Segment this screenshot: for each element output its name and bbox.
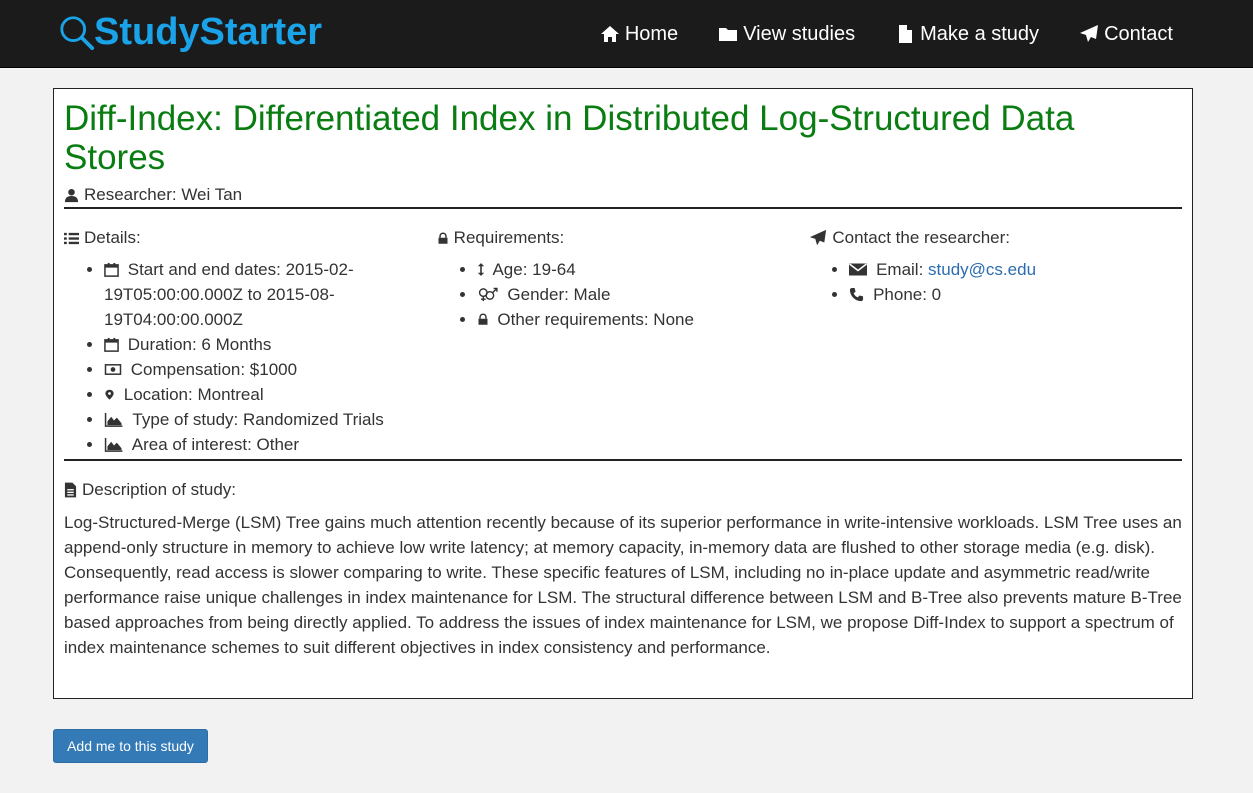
nav-home-label: Home	[624, 22, 679, 45]
details-heading: Details:	[64, 227, 437, 249]
main-nav: Home View studies Make a study Contact	[560, 0, 1173, 68]
paper-plane-icon	[1080, 25, 1099, 42]
file-text-icon	[64, 482, 77, 498]
dates-text: Start and end dates: 2015-02-19T05:00:00…	[104, 260, 354, 329]
list-item: Type of study: Randomized Trials	[104, 407, 437, 432]
calendar-icon	[104, 262, 119, 277]
nav-home[interactable]: Home	[600, 23, 678, 46]
email-label: Email:	[876, 260, 929, 279]
phone-icon	[850, 287, 864, 302]
description-heading-label: Description of study:	[82, 480, 237, 499]
list-item: Compensation: $1000	[104, 357, 437, 382]
list-item: Age: 19-64	[477, 257, 810, 282]
description-text: Log-Structured-Merge (LSM) Tree gains mu…	[64, 513, 1182, 657]
contact-list: Email: study@cs.edu Phone: 0	[809, 257, 1182, 307]
money-icon	[104, 364, 122, 375]
list-item: Start and end dates: 2015-02-19T05:00:00…	[104, 257, 437, 332]
study-card: Diff-Index: Differentiated Index in Dist…	[53, 88, 1193, 699]
file-icon	[899, 25, 913, 43]
compensation-text: Compensation: $1000	[130, 360, 298, 379]
add-me-to-study-button[interactable]: Add me to this study	[53, 729, 208, 763]
contact-heading: Contact the researcher:	[809, 227, 1182, 249]
list-icon	[64, 232, 79, 244]
study-type-text: Type of study: Randomized Trials	[132, 410, 384, 429]
home-icon	[600, 26, 619, 42]
map-marker-icon	[105, 389, 114, 400]
user-icon	[64, 188, 79, 202]
list-item: Phone: 0	[849, 282, 1182, 307]
duration-text: Duration: 6 Months	[127, 335, 272, 354]
phone-text: Phone: 0	[873, 285, 942, 304]
vertical-arrows-icon	[477, 263, 484, 276]
folder-icon	[719, 28, 738, 41]
nav-make-study-label: Make a study	[920, 22, 1040, 45]
details-column: Details: Start and end dates: 2015-02-19…	[64, 227, 437, 459]
requirements-heading-label: Requirements:	[453, 228, 565, 247]
divider	[64, 459, 1182, 461]
nav-contact[interactable]: Contact	[1079, 23, 1173, 46]
gender-icon	[478, 287, 498, 302]
nav-view-studies[interactable]: View studies	[718, 23, 855, 46]
details-heading-label: Details:	[84, 228, 141, 247]
contact-heading-label: Contact the researcher:	[832, 228, 1010, 247]
brand-name: StudyStarter	[94, 11, 323, 53]
email-link[interactable]: study@cs.edu	[928, 260, 1036, 279]
requirements-column: Requirements: Age: 19-64 Gender: Male Ot…	[437, 227, 810, 459]
study-info-columns: Details: Start and end dates: 2015-02-19…	[64, 209, 1182, 459]
location-text: Location: Montreal	[123, 385, 264, 404]
researcher-name: Researcher: Wei Tan	[84, 185, 243, 204]
researcher-line: Researcher: Wei Tan	[64, 183, 1182, 207]
list-item: Location: Montreal	[104, 382, 437, 407]
envelope-icon	[849, 263, 868, 276]
gender-text: Gender: Male	[507, 285, 611, 304]
study-title: Diff-Index: Differentiated Index in Dist…	[64, 99, 1075, 177]
description-heading: Description of study:	[64, 479, 1182, 501]
other-requirements-text: Other requirements: None	[497, 310, 694, 329]
details-list: Start and end dates: 2015-02-19T05:00:00…	[64, 257, 437, 457]
area-of-interest-text: Area of interest: Other	[131, 435, 300, 454]
list-item: Area of interest: Other	[104, 432, 437, 457]
contact-column: Contact the researcher: Email: study@cs.…	[809, 227, 1182, 459]
age-text: Age: 19-64	[492, 260, 576, 279]
nav-view-studies-label: View studies	[743, 22, 856, 45]
area-chart-icon	[104, 412, 123, 427]
list-item: Gender: Male	[477, 282, 810, 307]
requirements-heading: Requirements:	[437, 227, 810, 249]
list-item: Other requirements: None	[477, 307, 810, 332]
list-item: Duration: 6 Months	[104, 332, 437, 357]
brand-link[interactable]: StudyStarter	[58, 10, 322, 54]
nav-contact-label: Contact	[1104, 22, 1173, 45]
lock-icon	[478, 313, 488, 325]
requirements-list: Age: 19-64 Gender: Male Other requiremen…	[437, 257, 810, 332]
calendar-icon	[104, 337, 119, 352]
paper-plane-icon	[810, 229, 827, 246]
nav-make-study[interactable]: Make a study	[895, 23, 1039, 46]
lock-icon	[438, 231, 448, 244]
magnifier-icon	[60, 16, 95, 51]
area-chart-icon	[104, 437, 123, 452]
navbar: StudyStarter Home View studies Make a st…	[0, 0, 1253, 68]
list-item: Email: study@cs.edu	[849, 257, 1182, 282]
